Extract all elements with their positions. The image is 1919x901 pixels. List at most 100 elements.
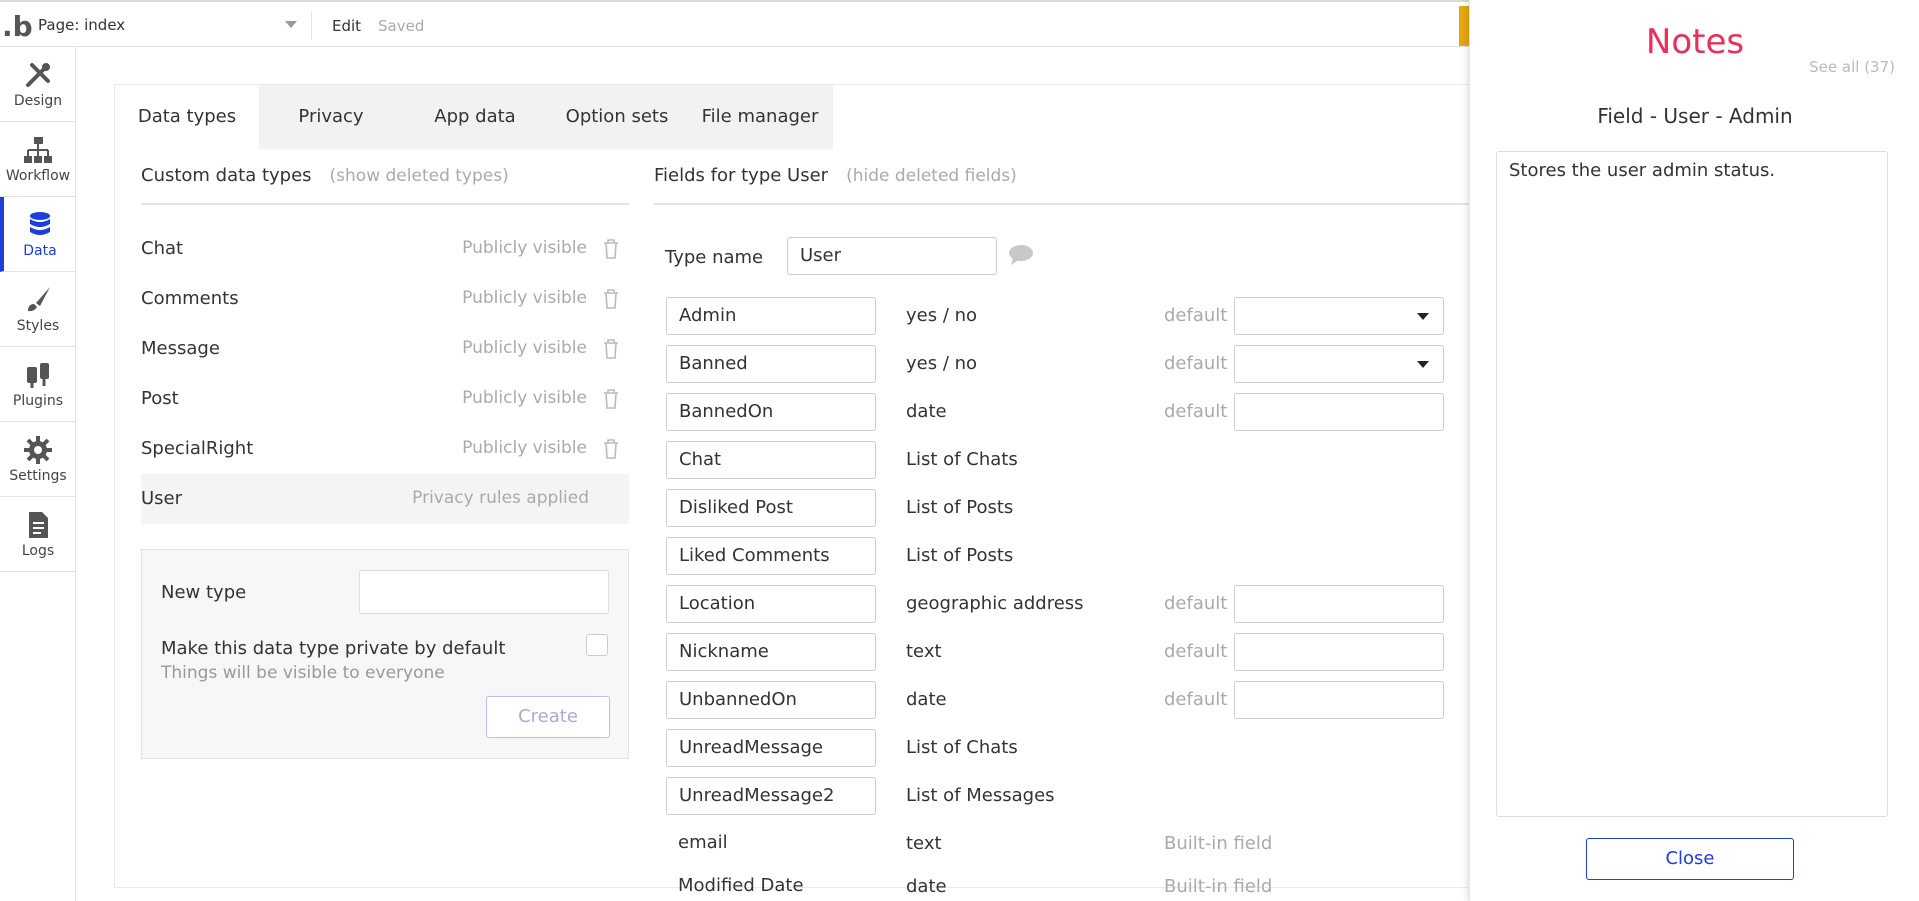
comment-icon[interactable] bbox=[1008, 244, 1034, 266]
nav-item-design[interactable]: Design bbox=[0, 47, 76, 122]
tab-privacy[interactable]: Privacy bbox=[259, 85, 403, 149]
saved-status: Saved bbox=[378, 17, 425, 35]
field-type: List of Messages bbox=[906, 785, 1055, 806]
trash-icon[interactable] bbox=[603, 239, 619, 259]
create-type-button[interactable]: Create bbox=[486, 696, 610, 738]
type-row-post[interactable]: Post Publicly visible bbox=[141, 374, 629, 424]
default-label: default bbox=[1164, 689, 1228, 710]
data-panel: Data types Privacy App data Option sets … bbox=[114, 84, 1515, 897]
type-name-input[interactable]: User bbox=[787, 237, 997, 275]
field-name-input[interactable]: UnreadMessage2 bbox=[666, 777, 876, 815]
type-name-label: Type name bbox=[665, 247, 764, 268]
nav-label: Settings bbox=[9, 468, 67, 484]
field-name: Modified Date bbox=[678, 875, 804, 896]
type-name: Chat bbox=[141, 238, 184, 259]
notes-panel: Notes See all (37) Field - User - Admin … bbox=[1469, 0, 1919, 901]
field-name-input[interactable]: Nickname bbox=[666, 633, 876, 671]
private-default-hint: Things will be visible to everyone bbox=[161, 663, 445, 683]
tab-data-types[interactable]: Data types bbox=[115, 85, 259, 149]
field-name-input[interactable]: Location bbox=[666, 585, 876, 623]
caret-down-icon bbox=[1417, 361, 1429, 368]
type-name: Comments bbox=[141, 288, 239, 309]
new-type-input[interactable] bbox=[359, 570, 609, 614]
builtin-label: Built-in field bbox=[1164, 833, 1273, 854]
field-row-unreadmessage: UnreadMessage List of Chats bbox=[666, 729, 1566, 777]
field-row-disliked-post: Disliked Post List of Posts bbox=[666, 489, 1566, 537]
default-label: default bbox=[1164, 593, 1228, 614]
type-visibility: Publicly visible bbox=[462, 288, 587, 308]
field-row-location: Location geographic address default bbox=[666, 585, 1566, 633]
default-input[interactable] bbox=[1234, 633, 1444, 671]
tab-option-sets[interactable]: Option sets bbox=[547, 85, 687, 149]
nav-item-plugins[interactable]: Plugins bbox=[0, 347, 76, 422]
notes-textarea[interactable]: Stores the user admin status. bbox=[1496, 151, 1888, 817]
tab-app-data[interactable]: App data bbox=[403, 85, 547, 149]
nav-item-styles[interactable]: Styles bbox=[0, 272, 76, 347]
document-icon bbox=[29, 512, 48, 538]
builtin-label: Built-in field bbox=[1164, 876, 1273, 897]
nav-item-logs[interactable]: Logs bbox=[0, 497, 76, 572]
type-visibility: Publicly visible bbox=[462, 438, 587, 458]
field-row-banned: Banned yes / no default bbox=[666, 345, 1566, 393]
trash-icon[interactable] bbox=[603, 389, 619, 409]
default-label: default bbox=[1164, 641, 1228, 662]
trash-icon[interactable] bbox=[603, 439, 619, 459]
workflow-icon bbox=[24, 137, 52, 163]
type-visibility: Publicly visible bbox=[462, 338, 587, 358]
field-name-input[interactable]: Liked Comments bbox=[666, 537, 876, 575]
field-type: text bbox=[906, 833, 942, 854]
fields-header: Fields for type User (hide deleted fields… bbox=[654, 165, 1515, 205]
field-row-unreadmessage2: UnreadMessage2 List of Messages bbox=[666, 777, 1566, 825]
custom-types-title: Custom data types bbox=[141, 165, 312, 186]
type-row-user[interactable]: User Privacy rules applied bbox=[141, 474, 629, 524]
field-name-input[interactable]: Chat bbox=[666, 441, 876, 479]
field-row-email: email text Built-in field bbox=[666, 825, 1566, 873]
close-notes-button[interactable]: Close bbox=[1586, 838, 1794, 880]
type-visibility: Privacy rules applied bbox=[412, 488, 589, 508]
default-dropdown[interactable] bbox=[1234, 345, 1444, 383]
field-type: List of Chats bbox=[906, 449, 1018, 470]
nav-label: Plugins bbox=[12, 393, 64, 409]
field-name-input[interactable]: Disliked Post bbox=[666, 489, 876, 527]
new-type-label: New type bbox=[161, 582, 247, 603]
default-label: default bbox=[1164, 305, 1228, 326]
show-deleted-types-toggle[interactable]: (show deleted types) bbox=[330, 166, 509, 186]
type-row-comments[interactable]: Comments Publicly visible bbox=[141, 274, 629, 324]
field-row-bannedon: BannedOn date default bbox=[666, 393, 1566, 441]
page-selector[interactable]: Page: index bbox=[30, 12, 312, 40]
default-input[interactable] bbox=[1234, 681, 1444, 719]
field-name-input[interactable]: Admin bbox=[666, 297, 876, 335]
field-name-input[interactable]: UnreadMessage bbox=[666, 729, 876, 767]
field-type: yes / no bbox=[906, 305, 978, 326]
nav-item-workflow[interactable]: Workflow bbox=[0, 122, 76, 197]
trash-icon[interactable] bbox=[603, 289, 619, 309]
type-name: SpecialRight bbox=[141, 438, 254, 459]
field-row-modified-date: Modified Date date Built-in field bbox=[666, 868, 1566, 901]
see-all-notes-link[interactable]: See all (37) bbox=[1809, 58, 1895, 76]
tab-file-manager[interactable]: File manager bbox=[687, 85, 833, 149]
trash-icon[interactable] bbox=[603, 339, 619, 359]
field-name-input[interactable]: Banned bbox=[666, 345, 876, 383]
default-label: default bbox=[1164, 401, 1228, 422]
private-default-label: Make this data type private by default bbox=[161, 638, 506, 659]
new-type-form: New type Make this data type private by … bbox=[141, 549, 629, 759]
type-row-chat[interactable]: Chat Publicly visible bbox=[141, 224, 629, 274]
nav-label: Data bbox=[23, 243, 57, 259]
default-dropdown[interactable] bbox=[1234, 297, 1444, 335]
private-default-checkbox[interactable] bbox=[586, 634, 608, 656]
type-row-message[interactable]: Message Publicly visible bbox=[141, 324, 629, 374]
brush-icon bbox=[28, 287, 50, 312]
default-input[interactable] bbox=[1234, 585, 1444, 623]
nav-item-data[interactable]: Data bbox=[0, 197, 76, 272]
nav-item-settings[interactable]: Settings bbox=[0, 422, 76, 497]
field-type: date bbox=[906, 876, 947, 897]
field-name-input[interactable]: UnbannedOn bbox=[666, 681, 876, 719]
edit-menu[interactable]: Edit bbox=[332, 17, 361, 35]
notes-subtitle: Field - User - Admin bbox=[1597, 104, 1793, 128]
field-type: date bbox=[906, 401, 947, 422]
hide-deleted-fields-toggle[interactable]: (hide deleted fields) bbox=[846, 166, 1017, 186]
app-logo[interactable]: .b bbox=[2, 10, 33, 43]
type-row-specialright[interactable]: SpecialRight Publicly visible bbox=[141, 424, 629, 474]
default-input[interactable] bbox=[1234, 393, 1444, 431]
field-name-input[interactable]: BannedOn bbox=[666, 393, 876, 431]
